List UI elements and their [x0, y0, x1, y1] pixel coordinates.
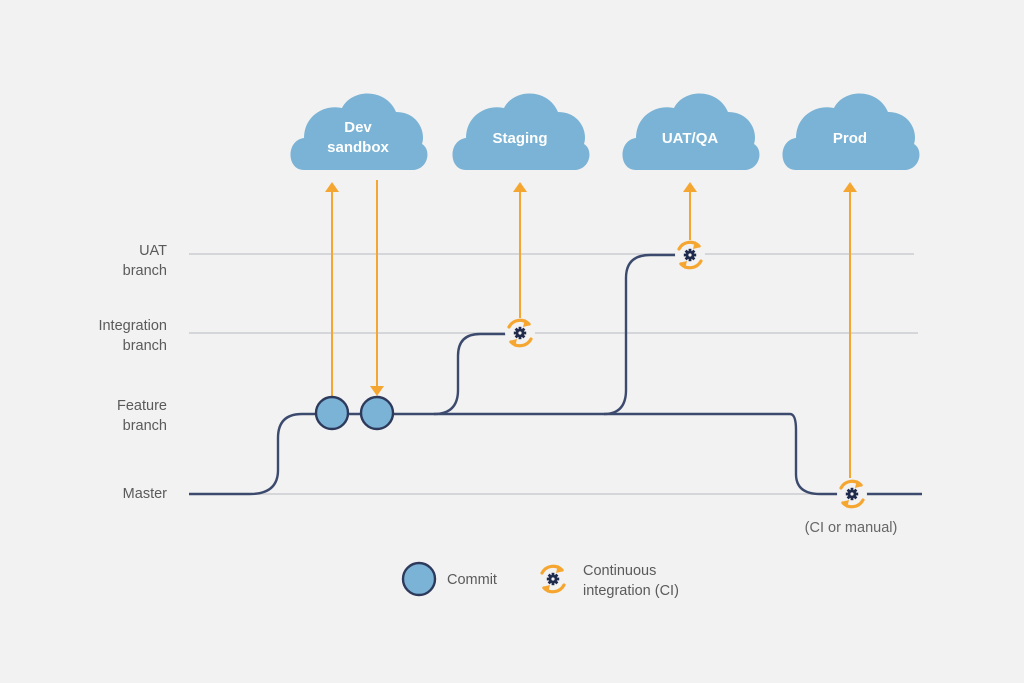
commit-node: [359, 395, 395, 431]
cloud-label-line: UAT/QA: [662, 130, 719, 147]
label-uat-branch-line2: branch: [123, 263, 167, 279]
arrow-to-prod: [843, 182, 857, 478]
legend-ci-label-line2: integration (CI): [583, 583, 679, 599]
label-uat-branch-line1: UAT: [139, 243, 167, 259]
ci-icon-integration: [503, 316, 537, 350]
label-integration-branch-line2: branch: [123, 338, 167, 354]
master-branch-line-left: [189, 412, 922, 496]
cloud-label-line: Staging: [493, 130, 548, 147]
legend-commit-label: Commit: [447, 572, 497, 588]
cloud-label-line: sandbox: [327, 139, 389, 156]
cloud-prod: Prod: [782, 93, 920, 170]
ci-cd-branching-diagram: Dev sandbox Staging UAT/QA Prod UAT bran…: [98, 93, 922, 599]
ci-icon-master: [835, 477, 869, 511]
cloud-label-line: Prod: [833, 130, 867, 147]
ci-icon-uat: [673, 238, 707, 272]
legend-commit-icon: [401, 561, 437, 597]
arrow-to-staging: [513, 182, 527, 318]
legend-ci-label-line1: Continuous: [583, 563, 656, 579]
legend: Commit Continuous integration (CI): [401, 561, 679, 599]
cloud-label-line: Dev: [344, 119, 372, 136]
cloud-uat-qa: UAT/QA: [622, 93, 760, 170]
integration-branch-line: [433, 332, 520, 416]
diagram-canvas: Dev sandbox Staging UAT/QA Prod UAT bran…: [0, 0, 1024, 683]
arrow-to-uat-qa: [683, 182, 697, 240]
master-ci-note: (CI or manual): [805, 520, 898, 536]
uat-branch-line: [603, 253, 690, 416]
label-feature-branch-line2: branch: [123, 418, 167, 434]
arrow-commit-to-dev: [325, 182, 339, 398]
label-master: Master: [123, 486, 167, 502]
commit-node: [314, 395, 350, 431]
label-feature-branch-line1: Feature: [117, 398, 167, 414]
arrow-dev-to-commit: [370, 180, 384, 396]
legend-ci-icon: [536, 562, 570, 596]
cloud-staging: Staging: [452, 93, 590, 170]
label-integration-branch-line1: Integration: [98, 318, 167, 334]
cloud-dev-sandbox: Dev sandbox: [290, 93, 428, 170]
